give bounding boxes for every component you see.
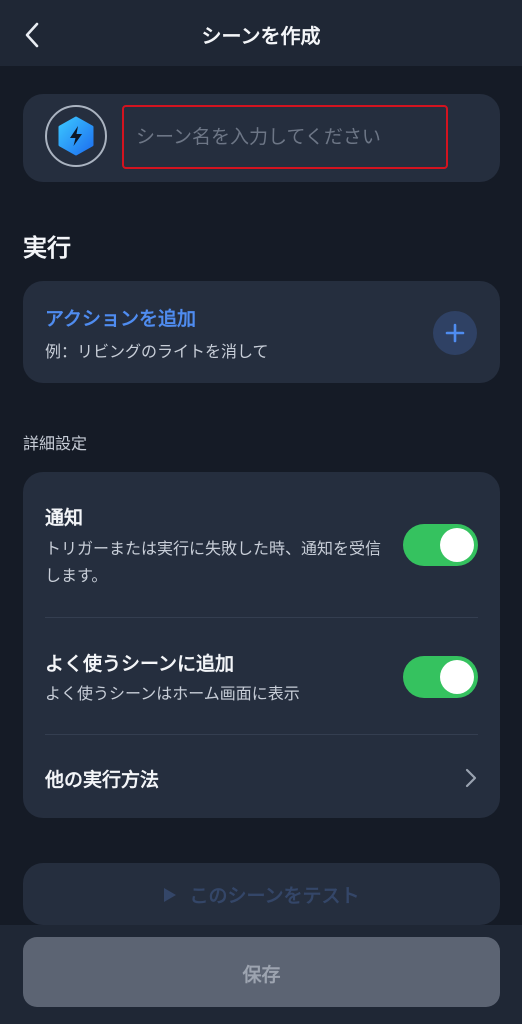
divider — [45, 617, 478, 618]
save-label: 保存 — [242, 964, 281, 986]
scene-icon-button[interactable] — [45, 105, 107, 167]
play-icon — [164, 888, 177, 902]
footer-bar: 保存 — [0, 925, 522, 1024]
advanced-settings-label: 詳細設定 — [23, 434, 88, 453]
save-button[interactable]: 保存 — [23, 937, 500, 1007]
test-scene-label: このシーンをテスト — [189, 885, 360, 907]
toggle-knob — [440, 528, 474, 562]
test-scene-button[interactable]: このシーンをテスト — [23, 863, 500, 925]
scene-name-card — [23, 94, 500, 182]
other-methods-row[interactable]: 他の実行方法 — [23, 734, 500, 818]
favorite-description: よく使うシーンはホーム画面に表示 — [45, 684, 300, 703]
notification-description: トリガーまたは実行に失敗した時、通知を受信します。 — [45, 539, 382, 585]
add-action-example: 例：リビングのライトを消して — [45, 342, 269, 361]
other-methods-title: 他の実行方法 — [45, 769, 160, 791]
header-bar: シーンを作成 — [0, 0, 522, 66]
favorite-title: よく使うシーンに追加 — [45, 653, 235, 675]
page-title: シーンを作成 — [201, 24, 321, 48]
notification-title: 通知 — [45, 507, 84, 529]
advanced-settings-card: 通知 トリガーまたは実行に失敗した時、通知を受信します。 よく使うシーンに追加 … — [23, 472, 500, 818]
chevron-right-icon — [465, 768, 477, 788]
add-action-button[interactable] — [433, 311, 477, 355]
execute-section-title: 実行 — [23, 234, 71, 262]
plus-icon — [445, 323, 465, 343]
lightning-icon — [58, 116, 94, 156]
add-action-card[interactable]: アクションを追加 例：リビングのライトを消して — [23, 281, 500, 383]
add-action-title: アクションを追加 — [45, 308, 197, 330]
notification-toggle[interactable] — [403, 524, 478, 566]
toggle-knob — [440, 660, 474, 694]
scene-name-input[interactable] — [122, 105, 448, 169]
favorite-toggle[interactable] — [403, 656, 478, 698]
